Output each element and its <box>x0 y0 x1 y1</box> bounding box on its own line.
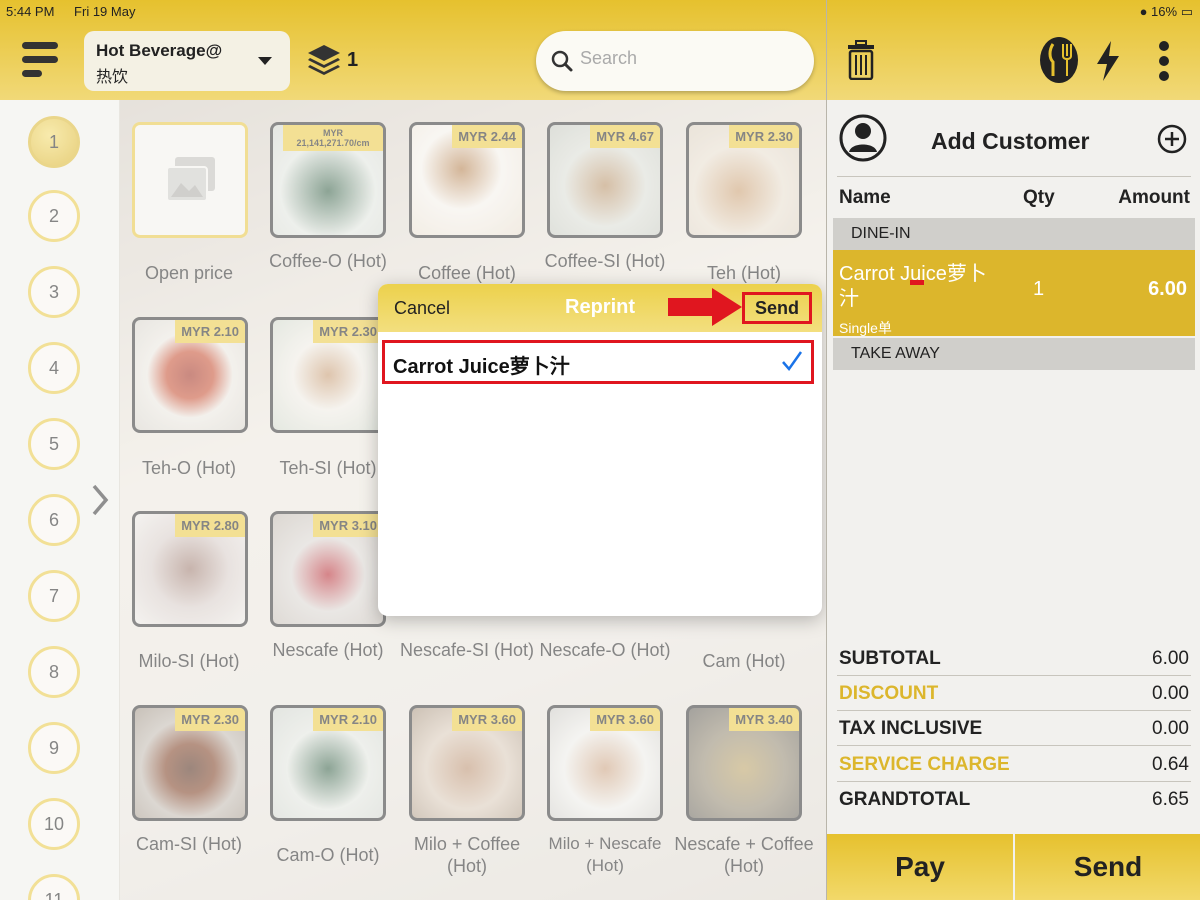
reprint-dialog: Cancel Reprint Send Carrot Juice萝卜汁 <box>378 284 822 616</box>
grandtotal-value: 6.65 <box>1152 789 1189 810</box>
subtotal-value: 6.00 <box>1152 648 1189 669</box>
tax-value: 0.00 <box>1152 718 1189 739</box>
service-charge-value: 0.64 <box>1152 754 1189 775</box>
send-order-button[interactable]: Send <box>1015 834 1200 900</box>
discount-value: 0.00 <box>1152 683 1189 704</box>
lightning-icon[interactable] <box>1095 40 1121 82</box>
section-dine-in[interactable]: DINE-IN <box>833 218 1195 250</box>
dialog-header: Cancel Reprint Send <box>378 284 822 332</box>
column-header-qty: Qty <box>1023 187 1055 208</box>
status-time: 5:44 PM <box>6 4 55 19</box>
divider <box>837 745 1191 746</box>
column-header-amount: Amount <box>1118 187 1190 208</box>
layers-icon[interactable] <box>306 42 342 78</box>
category-name: Hot Beverage@ <box>96 41 223 60</box>
top-bar: 5:44 PM Fri 19 May Hot Beverage@ 热饮 1 <box>0 0 826 100</box>
battery-level: 16% <box>1151 4 1178 19</box>
order-item-modifier: Single单 <box>839 320 892 336</box>
wifi-icon: ● <box>1139 4 1148 19</box>
add-customer-icon[interactable] <box>1157 124 1187 154</box>
column-header-name: Name <box>839 187 891 208</box>
pay-button[interactable]: Pay <box>827 834 1013 900</box>
checkmark-icon <box>782 351 803 372</box>
grandtotal-label: GRANDTOTAL <box>839 789 971 810</box>
status-date: Fri 19 May <box>74 4 136 19</box>
dine-in-icon[interactable] <box>1039 36 1079 84</box>
category-name-chinese: 热饮 <box>96 69 129 86</box>
divider <box>837 675 1191 676</box>
status-battery: ● 16% ▭ <box>1140 4 1193 20</box>
reprint-item-label: Carrot Juice萝卜汁 <box>393 356 570 378</box>
menu-bar <box>22 42 58 49</box>
reprint-item-row[interactable]: Carrot Juice萝卜汁 <box>382 340 814 384</box>
order-line-item[interactable]: Carrot Juice萝卜汁 1 6.00 Single单 <box>833 250 1195 336</box>
service-charge-row[interactable]: SERVICE CHARGE 0.64 <box>839 754 1189 776</box>
search-icon <box>551 50 573 72</box>
divider <box>837 176 1191 177</box>
status-bar: 5:44 PM Fri 19 May <box>6 4 151 19</box>
layers-count: 1 <box>347 49 359 71</box>
divider <box>837 781 1191 782</box>
printed-flag-icon <box>910 280 924 285</box>
order-top-bar: ● 16% ▭ <box>827 0 1200 100</box>
tax-row: TAX INCLUSIVE 0.00 <box>839 718 1189 740</box>
arrow-right-icon <box>668 288 742 326</box>
search-input[interactable] <box>580 48 780 69</box>
search-box[interactable] <box>536 31 814 91</box>
more-vertical-icon[interactable] <box>1157 40 1171 82</box>
add-customer-label[interactable]: Add Customer <box>931 128 1089 155</box>
grandtotal-row: GRANDTOTAL 6.65 <box>839 789 1189 811</box>
subtotal-label: SUBTOTAL <box>839 648 941 669</box>
service-charge-label: SERVICE CHARGE <box>839 754 1010 775</box>
battery-icon: ▭ <box>1180 4 1193 19</box>
menu-bar <box>22 56 58 63</box>
order-item-name: Carrot Juice萝卜汁 <box>839 263 987 310</box>
customer-avatar-icon[interactable] <box>839 114 887 162</box>
discount-row[interactable]: DISCOUNT 0.00 <box>839 683 1189 705</box>
category-dropdown[interactable]: Hot Beverage@ 热饮 <box>84 31 290 91</box>
menu-icon[interactable] <box>22 40 62 80</box>
order-item-amount: 6.00 <box>1148 278 1187 300</box>
order-item-qty: 1 <box>1033 278 1045 300</box>
section-take-away[interactable]: TAKE AWAY <box>833 338 1195 370</box>
menu-bar <box>22 70 42 77</box>
chevron-down-icon <box>258 57 272 65</box>
trash-icon[interactable] <box>847 40 875 80</box>
tax-label: TAX INCLUSIVE <box>839 718 983 739</box>
send-button[interactable]: Send <box>742 292 812 324</box>
discount-label: DISCOUNT <box>839 683 939 704</box>
divider <box>837 710 1191 711</box>
order-panel: ● 16% ▭ Add Customer Name Qty Amount DIN… <box>826 0 1200 900</box>
subtotal-row: SUBTOTAL 6.00 <box>839 648 1189 670</box>
